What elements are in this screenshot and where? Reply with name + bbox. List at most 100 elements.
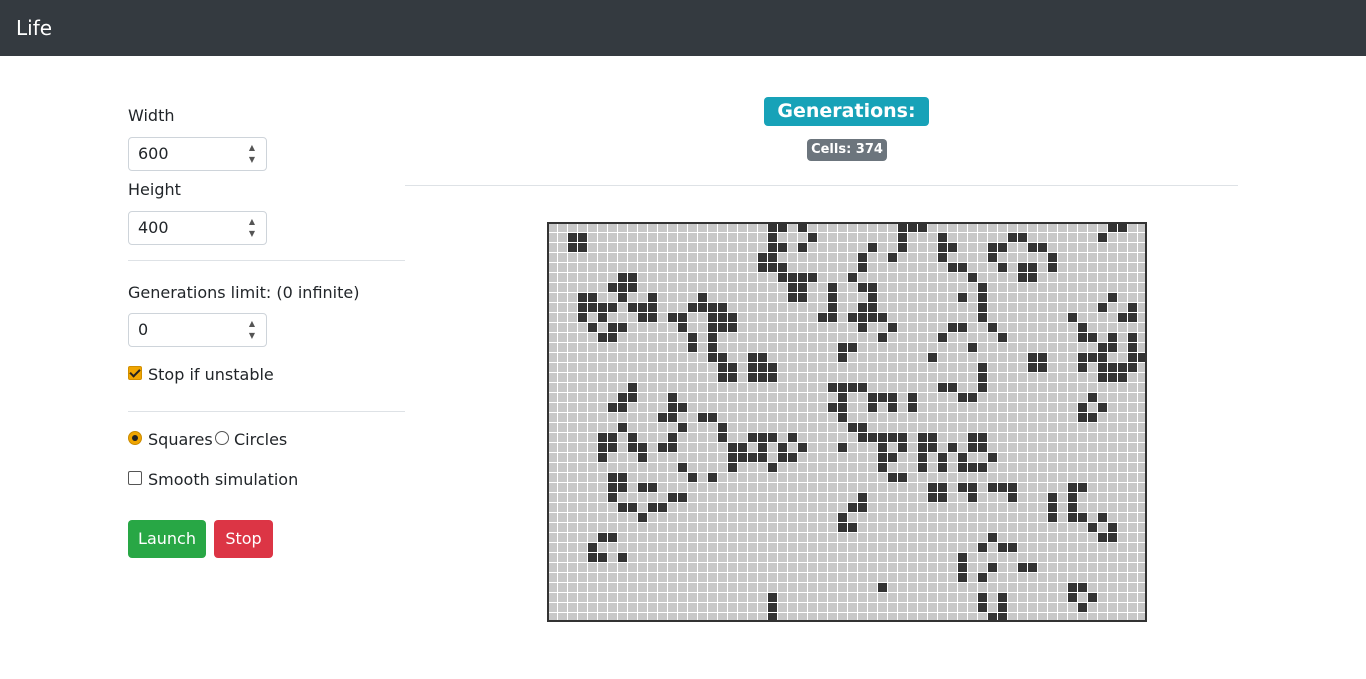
dead-cell[interactable] xyxy=(928,403,937,412)
dead-cell[interactable] xyxy=(958,413,967,422)
dead-cell[interactable] xyxy=(558,383,567,392)
dead-cell[interactable] xyxy=(708,423,717,432)
dead-cell[interactable] xyxy=(778,493,787,502)
dead-cell[interactable] xyxy=(888,613,897,620)
dead-cell[interactable] xyxy=(1098,443,1107,452)
dead-cell[interactable] xyxy=(748,323,757,332)
dead-cell[interactable] xyxy=(898,563,907,572)
live-cell[interactable] xyxy=(758,433,767,442)
dead-cell[interactable] xyxy=(938,553,947,562)
dead-cell[interactable] xyxy=(818,423,827,432)
dead-cell[interactable] xyxy=(558,363,567,372)
dead-cell[interactable] xyxy=(588,473,597,482)
dead-cell[interactable] xyxy=(888,543,897,552)
dead-cell[interactable] xyxy=(1088,473,1097,482)
dead-cell[interactable] xyxy=(1048,313,1057,322)
dead-cell[interactable] xyxy=(668,583,677,592)
live-cell[interactable] xyxy=(778,263,787,272)
dead-cell[interactable] xyxy=(1028,603,1037,612)
dead-cell[interactable] xyxy=(838,533,847,542)
dead-cell[interactable] xyxy=(1088,273,1097,282)
dead-cell[interactable] xyxy=(1088,383,1097,392)
live-cell[interactable] xyxy=(708,303,717,312)
dead-cell[interactable] xyxy=(1018,453,1027,462)
dead-cell[interactable] xyxy=(558,233,567,242)
dead-cell[interactable] xyxy=(728,523,737,532)
dead-cell[interactable] xyxy=(868,563,877,572)
dead-cell[interactable] xyxy=(1028,233,1037,242)
live-cell[interactable] xyxy=(798,273,807,282)
dead-cell[interactable] xyxy=(1068,523,1077,532)
dead-cell[interactable] xyxy=(618,353,627,362)
dead-cell[interactable] xyxy=(728,533,737,542)
dead-cell[interactable] xyxy=(1068,323,1077,332)
dead-cell[interactable] xyxy=(908,483,917,492)
dead-cell[interactable] xyxy=(718,413,727,422)
dead-cell[interactable] xyxy=(1088,483,1097,492)
dead-cell[interactable] xyxy=(1008,563,1017,572)
live-cell[interactable] xyxy=(758,453,767,462)
dead-cell[interactable] xyxy=(558,323,567,332)
dead-cell[interactable] xyxy=(748,273,757,282)
dead-cell[interactable] xyxy=(568,473,577,482)
live-cell[interactable] xyxy=(1108,363,1117,372)
dead-cell[interactable] xyxy=(1038,313,1047,322)
live-cell[interactable] xyxy=(678,323,687,332)
dead-cell[interactable] xyxy=(628,593,637,602)
live-cell[interactable] xyxy=(988,253,997,262)
dead-cell[interactable] xyxy=(938,283,947,292)
dead-cell[interactable] xyxy=(808,423,817,432)
stop-button[interactable]: Stop xyxy=(214,520,273,558)
dead-cell[interactable] xyxy=(1078,573,1087,582)
live-cell[interactable] xyxy=(798,443,807,452)
dead-cell[interactable] xyxy=(1058,343,1067,352)
dead-cell[interactable] xyxy=(748,413,757,422)
dead-cell[interactable] xyxy=(958,243,967,252)
live-cell[interactable] xyxy=(638,483,647,492)
live-cell[interactable] xyxy=(958,293,967,302)
dead-cell[interactable] xyxy=(838,433,847,442)
dead-cell[interactable] xyxy=(998,443,1007,452)
dead-cell[interactable] xyxy=(948,453,957,462)
live-cell[interactable] xyxy=(628,273,637,282)
dead-cell[interactable] xyxy=(758,483,767,492)
dead-cell[interactable] xyxy=(818,333,827,342)
dead-cell[interactable] xyxy=(698,473,707,482)
live-cell[interactable] xyxy=(948,243,957,252)
dead-cell[interactable] xyxy=(1058,303,1067,312)
dead-cell[interactable] xyxy=(988,383,997,392)
dead-cell[interactable] xyxy=(1008,573,1017,582)
dead-cell[interactable] xyxy=(1038,453,1047,462)
live-cell[interactable] xyxy=(1078,413,1087,422)
dead-cell[interactable] xyxy=(888,563,897,572)
dead-cell[interactable] xyxy=(1118,613,1127,620)
dead-cell[interactable] xyxy=(808,343,817,352)
live-cell[interactable] xyxy=(708,473,717,482)
dead-cell[interactable] xyxy=(1108,433,1117,442)
dead-cell[interactable] xyxy=(898,283,907,292)
dead-cell[interactable] xyxy=(1018,493,1027,502)
dead-cell[interactable] xyxy=(598,323,607,332)
dead-cell[interactable] xyxy=(1128,573,1137,582)
height-spinner[interactable]: ▲ ▼ xyxy=(247,216,257,240)
dead-cell[interactable] xyxy=(938,413,947,422)
dead-cell[interactable] xyxy=(788,333,797,342)
dead-cell[interactable] xyxy=(1048,393,1057,402)
dead-cell[interactable] xyxy=(798,393,807,402)
dead-cell[interactable] xyxy=(898,343,907,352)
dead-cell[interactable] xyxy=(758,503,767,512)
dead-cell[interactable] xyxy=(1138,473,1145,482)
dead-cell[interactable] xyxy=(808,533,817,542)
live-cell[interactable] xyxy=(1128,343,1137,352)
dead-cell[interactable] xyxy=(688,293,697,302)
dead-cell[interactable] xyxy=(568,293,577,302)
dead-cell[interactable] xyxy=(1038,413,1047,422)
dead-cell[interactable] xyxy=(968,573,977,582)
dead-cell[interactable] xyxy=(928,253,937,262)
dead-cell[interactable] xyxy=(838,463,847,472)
dead-cell[interactable] xyxy=(1028,583,1037,592)
dead-cell[interactable] xyxy=(1038,293,1047,302)
live-cell[interactable] xyxy=(848,273,857,282)
dead-cell[interactable] xyxy=(1138,253,1145,262)
live-cell[interactable] xyxy=(1068,313,1077,322)
